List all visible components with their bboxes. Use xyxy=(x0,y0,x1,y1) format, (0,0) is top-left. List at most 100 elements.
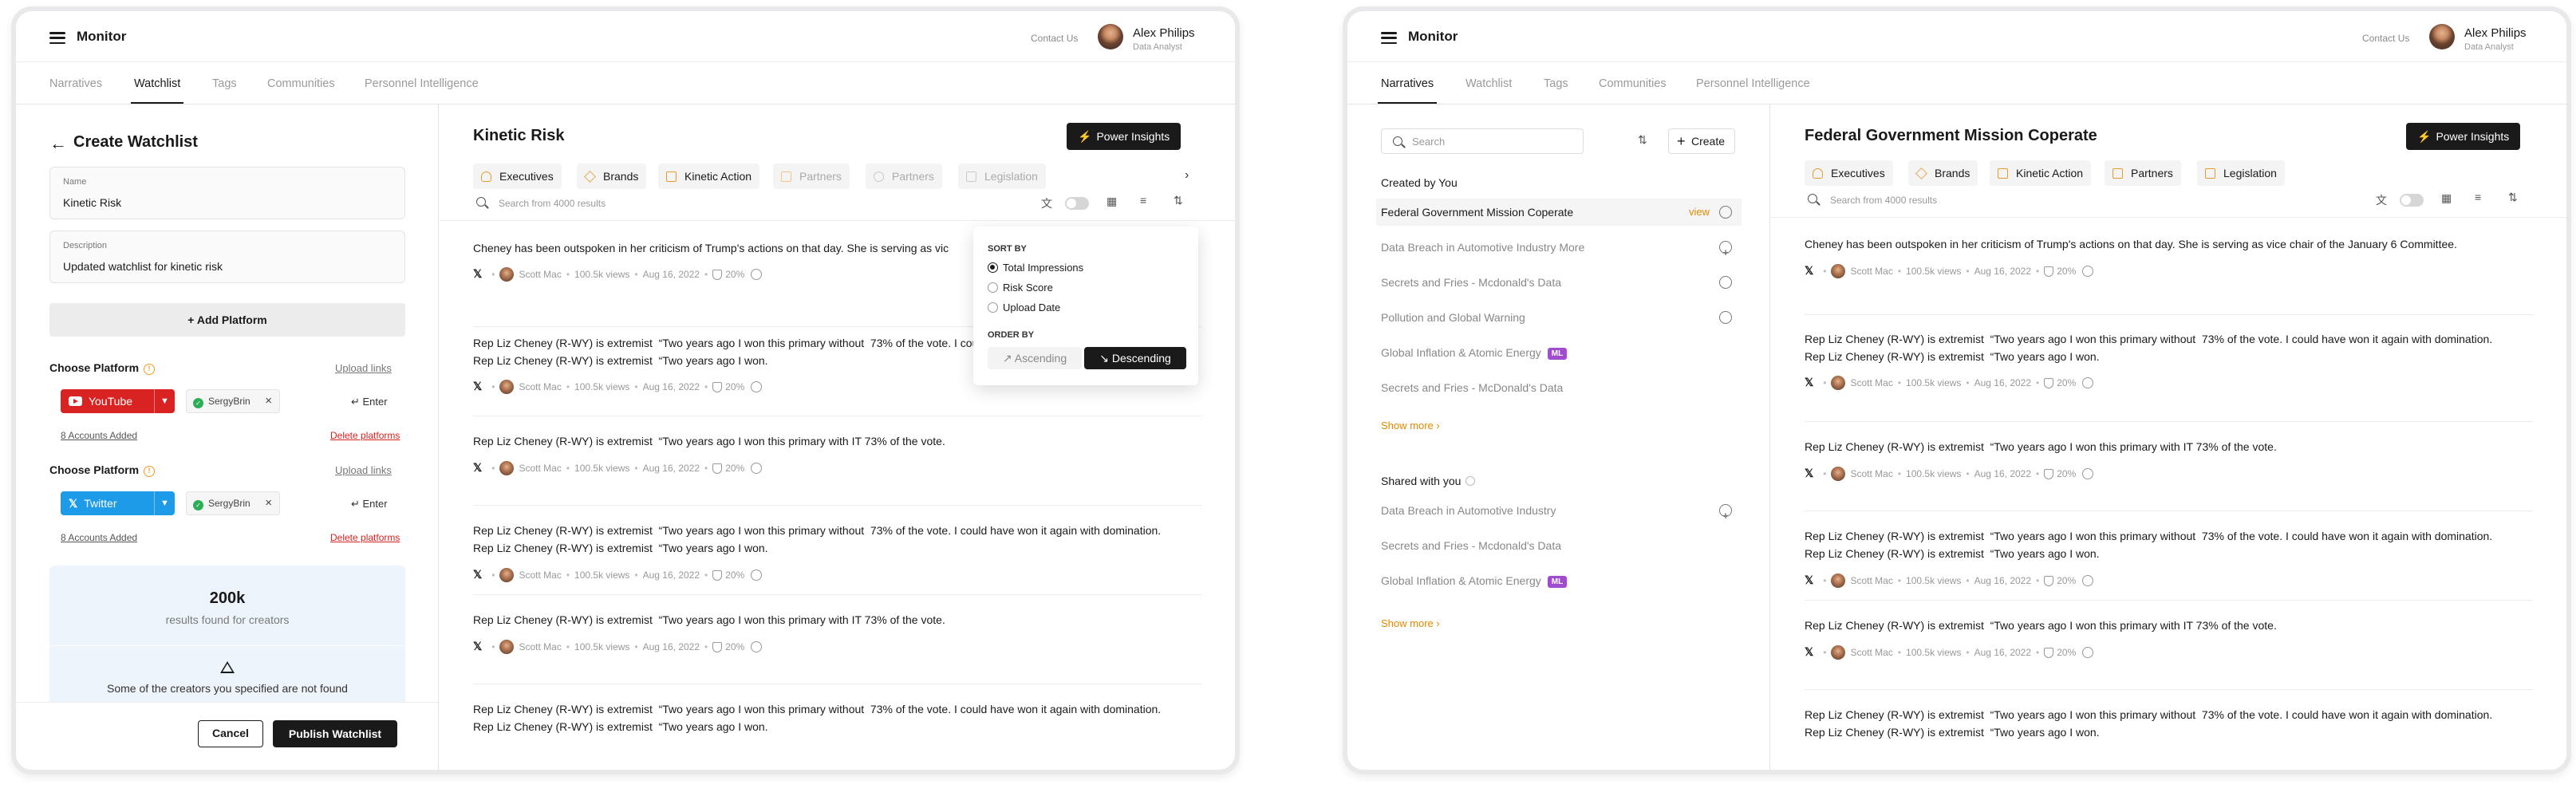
info-icon[interactable]: ! xyxy=(144,466,156,477)
circle-arrow-icon[interactable] xyxy=(1719,206,1732,219)
description-field[interactable]: Description Updated watchlist for kineti… xyxy=(49,231,405,283)
user-avatar[interactable] xyxy=(1098,24,1123,49)
sentiment-icon[interactable] xyxy=(2082,575,2094,586)
add-platform-button[interactable]: + Add Platform xyxy=(49,303,405,337)
power-insights-button[interactable]: ⚡ Power Insights xyxy=(1067,123,1181,150)
delete-platforms-link[interactable]: Delete platforms xyxy=(330,532,400,543)
author-name[interactable]: Scott Mac xyxy=(519,381,561,392)
sentiment-icon[interactable] xyxy=(2082,266,2094,277)
tab-communities[interactable]: Communities xyxy=(267,77,335,90)
author-name[interactable]: Scott Mac xyxy=(519,641,561,652)
cancel-button[interactable]: Cancel xyxy=(198,720,263,747)
show-more-link[interactable]: Show more › xyxy=(1381,617,1440,629)
tab-tags[interactable]: Tags xyxy=(1544,77,1568,90)
feed-search-input[interactable]: Search from 4000 results xyxy=(1830,195,1937,206)
accounts-added-link[interactable]: 8 Accounts Added xyxy=(61,430,137,441)
feed-item[interactable]: Rep Liz Cheney (R-WY) is extremist “Two … xyxy=(473,416,1201,506)
feed-item[interactable]: Rep Liz Cheney (R-WY) is extremist “Two … xyxy=(1805,422,2533,511)
translate-icon[interactable]: 文 xyxy=(2376,192,2387,208)
narrative-item[interactable]: Secrets and Fries - McDonald's Data xyxy=(1381,374,1742,401)
author-name[interactable]: Scott Mac xyxy=(519,570,561,581)
feed-item[interactable]: Rep Liz Cheney (R-WY) is extremist “Two … xyxy=(1805,511,2533,601)
create-narrative-button[interactable]: Create xyxy=(1668,128,1735,154)
filter-icon[interactable]: ≡ xyxy=(2475,191,2481,203)
sentiment-icon[interactable] xyxy=(2082,377,2094,388)
upload-links[interactable]: Upload links xyxy=(335,464,392,476)
author-name[interactable]: Scott Mac xyxy=(1850,468,1892,479)
feed-item[interactable]: Cheney has been outspoken in her critici… xyxy=(1805,218,2533,315)
hamburger-menu-icon[interactable] xyxy=(1381,32,1397,44)
sort-icon[interactable]: ⇅ xyxy=(1638,133,1647,147)
tab-personnel-intelligence[interactable]: Personnel Intelligence xyxy=(1696,77,1810,90)
youtube-platform-select[interactable]: YouTube ▼ xyxy=(61,389,175,413)
narrative-search-input[interactable]: Search xyxy=(1381,128,1584,154)
filter-icon[interactable]: ≡ xyxy=(1140,194,1146,207)
calendar-icon[interactable]: ▦ xyxy=(2441,191,2452,205)
tab-communities[interactable]: Communities xyxy=(1599,77,1667,90)
delete-platforms-link[interactable]: Delete platforms xyxy=(330,430,400,441)
sentiment-icon[interactable] xyxy=(751,463,763,474)
feed-item[interactable]: Rep Liz Cheney (R-WY) is extremist “Two … xyxy=(473,595,1201,684)
description-value[interactable]: Updated watchlist for kinetic risk xyxy=(63,260,223,273)
translate-toggle[interactable] xyxy=(2400,194,2424,207)
sentiment-icon[interactable] xyxy=(751,570,763,581)
add-circle-icon[interactable] xyxy=(1719,239,1732,266)
chevron-down-icon[interactable]: ▼ xyxy=(154,491,175,515)
narrative-item[interactable]: Data Breach in Automotive Industry More xyxy=(1381,234,1742,266)
info-icon[interactable] xyxy=(1466,476,1476,486)
feed-search-input[interactable]: Search from 4000 results xyxy=(499,198,606,209)
name-value[interactable]: Kinetic Risk xyxy=(63,196,121,209)
sort-option-risk-score[interactable]: Risk Score xyxy=(988,282,1053,294)
calendar-icon[interactable]: ▦ xyxy=(1107,195,1117,208)
info-icon[interactable]: ! xyxy=(144,364,156,375)
narrative-item[interactable]: Global Inflation & Atomic Energy ML xyxy=(1381,339,1742,366)
ascending-button[interactable]: ↗ Ascending xyxy=(988,347,1082,369)
feed-item[interactable]: Rep Liz Cheney (R-WY) is extremist “Two … xyxy=(1805,690,2533,770)
tab-narratives[interactable]: Narratives xyxy=(49,77,102,90)
twitter-platform-select[interactable]: 𝕏 Twitter ▼ xyxy=(61,491,175,515)
publish-watchlist-button[interactable]: Publish Watchlist xyxy=(273,720,397,747)
enter-button[interactable]: ↵ Enter xyxy=(351,498,388,510)
tab-narratives[interactable]: Narratives xyxy=(1377,77,1438,104)
view-link[interactable]: view xyxy=(1689,199,1710,226)
translate-icon[interactable]: 文 xyxy=(1041,195,1052,211)
sentiment-icon[interactable] xyxy=(2082,647,2094,658)
tab-tags[interactable]: Tags xyxy=(212,77,237,90)
user-avatar[interactable] xyxy=(2429,24,2455,49)
add-circle-icon[interactable] xyxy=(1719,503,1732,530)
feed-item[interactable]: Rep Liz Cheney (R-WY) is extremist “Two … xyxy=(473,506,1201,595)
tab-personnel-intelligence[interactable]: Personnel Intelligence xyxy=(365,77,479,90)
descending-button[interactable]: ↘ Descending xyxy=(1084,347,1186,369)
sentiment-icon[interactable] xyxy=(2082,468,2094,479)
sentiment-icon[interactable] xyxy=(751,641,763,652)
translate-toggle[interactable] xyxy=(1065,197,1089,210)
hamburger-menu-icon[interactable] xyxy=(49,32,65,44)
contact-us-link[interactable]: Contact Us xyxy=(1031,33,1078,44)
feed-item[interactable]: Rep Liz Cheney (R-WY) is extremist “Two … xyxy=(473,684,1201,770)
sort-option-upload-date[interactable]: Upload Date xyxy=(988,302,1060,313)
feed-item[interactable]: Rep Liz Cheney (R-WY) is extremist “Two … xyxy=(1805,601,2533,690)
author-name[interactable]: Scott Mac xyxy=(1850,647,1892,658)
narrative-item[interactable]: Pollution and Global Warning xyxy=(1381,304,1742,331)
author-name[interactable]: Scott Mac xyxy=(1850,575,1892,586)
enter-button[interactable]: ↵ Enter xyxy=(351,396,388,408)
author-name[interactable]: Scott Mac xyxy=(1850,266,1892,277)
remove-chip-icon[interactable]: × xyxy=(265,492,272,514)
chevron-down-icon[interactable]: ▼ xyxy=(154,389,175,413)
tab-watchlist[interactable]: Watchlist xyxy=(130,77,184,104)
narrative-item[interactable]: Federal Government Mission Coperate view xyxy=(1376,199,1742,226)
sort-icon[interactable]: ⇅ xyxy=(1174,194,1183,207)
circle-icon[interactable] xyxy=(1719,276,1732,289)
sort-option-total-impressions[interactable]: Total Impressions xyxy=(988,262,1083,274)
back-arrow-icon[interactable]: ← xyxy=(49,135,67,152)
upload-links[interactable]: Upload links xyxy=(335,362,392,374)
narrative-item[interactable]: Secrets and Fries - Mcdonald's Data xyxy=(1381,532,1742,559)
tab-watchlist[interactable]: Watchlist xyxy=(1466,77,1512,90)
contact-us-link[interactable]: Contact Us xyxy=(2362,33,2409,44)
sentiment-icon[interactable] xyxy=(751,269,763,280)
chevron-right-icon[interactable]: › xyxy=(1185,168,1189,183)
power-insights-button[interactable]: ⚡ Power Insights xyxy=(2406,123,2521,150)
author-name[interactable]: Scott Mac xyxy=(519,269,561,280)
narrative-item[interactable]: Secrets and Fries - Mcdonald's Data xyxy=(1381,269,1742,296)
sort-icon[interactable]: ⇅ xyxy=(2508,191,2518,204)
